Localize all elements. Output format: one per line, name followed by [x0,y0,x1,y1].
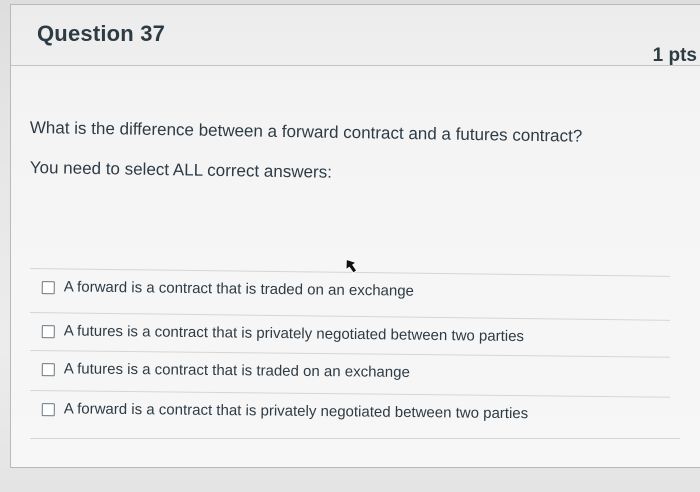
question-points: 1 pts [652,45,697,66]
checkbox-icon[interactable] [41,363,55,377]
answer-option-1[interactable]: A forward is a contract that is traded o… [29,268,670,316]
checkbox-icon[interactable] [41,281,55,295]
divider [30,438,680,439]
checkbox-icon[interactable] [41,403,55,417]
checkbox-icon[interactable] [41,325,55,339]
answer-list: A forward is a contract that is traded o… [29,268,670,437]
question-header: Question 37 1 pts [11,5,700,66]
answer-label[interactable]: A forward is a contract that is privatel… [64,400,529,422]
answer-label[interactable]: A futures is a contract that is privatel… [64,322,524,345]
answer-option-4[interactable]: A forward is a contract that is privatel… [29,390,670,437]
answer-label[interactable]: A futures is a contract that is traded o… [64,360,410,381]
screen: Question 37 1 pts What is the difference… [0,0,700,492]
answer-option-3[interactable]: A futures is a contract that is traded o… [29,350,670,397]
answer-label[interactable]: A forward is a contract that is traded o… [64,278,414,299]
question-title: Question 37 [37,21,166,46]
mouse-pointer-icon [345,258,358,274]
